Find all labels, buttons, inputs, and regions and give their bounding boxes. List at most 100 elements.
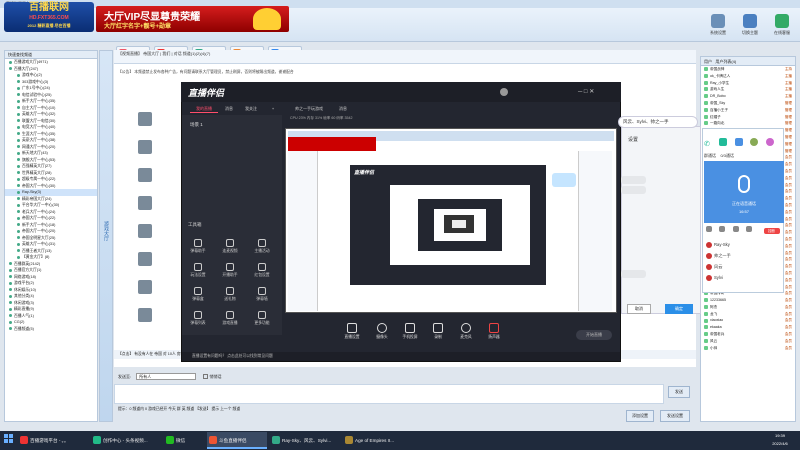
tool-icon — [194, 239, 202, 247]
tab-call-count[interactable]: 0/3通话 — [720, 153, 734, 158]
tool-item[interactable]: 连麦视频 — [218, 238, 242, 258]
channel-label: 帝国大厅一中心(20) — [22, 229, 56, 233]
window-controls[interactable]: ─ □ ✕ — [578, 88, 594, 95]
taskbar-item[interactable]: 斗鱼直播伴侣 — [207, 432, 267, 449]
user-list-item[interactable]: 帝国老兵 会员 — [701, 331, 795, 338]
user-list-item[interactable]: ok_卡牌达人 主播 — [701, 73, 795, 80]
user-list-item[interactable]: 帝国_Sky 管理 — [701, 100, 795, 107]
live-settings-button[interactable]: 直播设置 — [340, 323, 364, 345]
user-list-item[interactable]: 百播小王子 管理 — [701, 107, 795, 114]
send-target-select[interactable]: 所有人 — [136, 373, 197, 381]
share-icon[interactable] — [746, 226, 753, 232]
user-list-item[interactable]: 风云 会员 — [701, 338, 795, 345]
tool-label: 送礼物 — [224, 297, 236, 301]
chat-input[interactable] — [114, 384, 664, 404]
user-name: 帝国战神 — [710, 67, 725, 71]
phone-icon[interactable]: ✆ — [704, 140, 712, 148]
voice-timer: 16:57 — [738, 209, 749, 214]
speaker-button[interactable]: 扬声器 — [482, 323, 506, 345]
system-clock[interactable]: 19:39 2022/4/6 — [760, 432, 800, 449]
channel-search-header[interactable]: 快速查找频道 — [5, 51, 97, 59]
send-settings-button[interactable]: 发送设置 — [660, 410, 690, 422]
send-button[interactable]: 发送 — [668, 386, 690, 398]
whisper-checkbox[interactable] — [203, 374, 209, 380]
tab-user-list[interactable]: 用户列表(4) — [715, 59, 736, 64]
video-icon[interactable] — [732, 226, 739, 232]
tab-messages[interactable]: 消息 — [220, 104, 238, 113]
voice-user[interactable]: 帅之一手 — [706, 251, 782, 261]
live-help-bar[interactable]: 直播设置有问题吗？ 点击此处可以找到常见问题 — [182, 352, 620, 361]
user-list-item[interactable]: 阿杰 会员 — [701, 304, 795, 311]
preview-nested-screen — [390, 185, 530, 265]
tool-item[interactable]: 更多功能 — [250, 310, 274, 330]
game-hall-tab[interactable]: 游戏大厅 — [99, 50, 113, 422]
voice-user[interactable]: 风云 — [706, 262, 782, 272]
tool-item[interactable]: 弹幕助手 — [186, 238, 210, 258]
camera-button[interactable]: 摄像头 — [370, 323, 394, 345]
cancel-button[interactable]: 取消 — [627, 304, 651, 314]
user-list-item[interactable]: 红帽子 管理 — [701, 114, 795, 121]
scene-label[interactable]: 场景 1 — [190, 122, 203, 128]
tool-item[interactable]: 开播助手 — [218, 262, 242, 282]
taskbar-item[interactable]: 百播游戏平台 - 。。 — [18, 432, 88, 449]
tool-item[interactable]: 弹幕墙 — [250, 286, 274, 306]
tool-item[interactable]: 送礼物 — [218, 286, 242, 306]
tool-item[interactable]: 游戏直播 — [218, 310, 242, 330]
user-list-item[interactable]: 龙飞 会员 — [701, 311, 795, 318]
channel-tree-panel: 快速查找频道 百播游戏大厅(4971) 百播大厅(247) 游戏中心(2) 303游戏… — [4, 50, 98, 422]
taskbar-item[interactable]: Age of Empires II... — [343, 432, 413, 449]
online-service-button[interactable]: 在线客服 — [768, 12, 796, 40]
live-logo: 直播伴侣 — [188, 88, 225, 98]
video-icon[interactable] — [734, 138, 743, 146]
microphone-button[interactable]: 麦克风 — [454, 323, 478, 345]
tool-item[interactable]: 弹幕列表 — [186, 310, 210, 330]
user-role: 会员 — [784, 291, 792, 296]
taskbar-item[interactable]: 微信 — [164, 432, 204, 449]
tab-my-live[interactable]: 我的直播 — [190, 104, 218, 113]
avatar — [706, 241, 712, 248]
user-list-item[interactable]: 一路向北 管理 — [701, 120, 795, 127]
user-list-item[interactable]: 游戏人生 主播 — [701, 86, 795, 93]
user-list-item[interactable]: 12233665 会员 — [701, 297, 795, 304]
user-list-item[interactable]: 小帅 会员 — [701, 345, 795, 352]
start-live-button[interactable]: 开始直播 — [576, 330, 612, 340]
tab-group-call[interactable]: 群通话 — [704, 153, 716, 158]
system-settings-button[interactable]: 系统设置 — [704, 12, 732, 40]
tab-following[interactable]: 我关注 — [240, 104, 262, 113]
channel-tree-item[interactable]: 百播频道(5) — [5, 326, 97, 333]
add-tab-button[interactable]: + — [268, 104, 278, 113]
speaker-icon[interactable] — [719, 226, 726, 232]
mute-icon[interactable] — [706, 226, 712, 232]
avatar[interactable] — [500, 88, 508, 96]
vip-banner[interactable]: 大厅VIP尽显尊贵荣耀 大厅红字名字+靓号+勋章 — [96, 6, 289, 32]
tab-users[interactable]: 用户 — [704, 59, 712, 64]
channel-label: 电竞大厅一中心(40) — [22, 125, 56, 129]
more-icon[interactable] — [765, 138, 774, 146]
chat-icon[interactable] — [719, 138, 728, 146]
tool-item[interactable]: 红包设置 — [250, 262, 274, 282]
phone-cast-button[interactable]: 手机投屏 — [398, 323, 422, 345]
channel-icon — [17, 145, 20, 148]
taskbar-item[interactable]: Ray-Sky、风云、Sylvi... — [270, 432, 340, 449]
group-icon[interactable] — [750, 138, 759, 146]
tool-item[interactable]: 弹幕盒 — [186, 286, 210, 306]
user-list-item[interactable]: xiaoxiao 会员 — [701, 317, 795, 324]
user-list-item[interactable]: ekaaka 会员 — [701, 324, 795, 331]
tab-title[interactable]: 帅之一手玩游戏 — [286, 104, 332, 113]
ok-button[interactable]: 确定 — [665, 304, 693, 314]
tab-messages-2[interactable]: 消息 — [334, 104, 352, 113]
switch-theme-button[interactable]: 切换主题 — [736, 12, 764, 40]
user-list-item[interactable]: 帝国战神 主持 — [701, 66, 795, 73]
record-button[interactable]: 录制 — [426, 323, 450, 345]
add-settings-button[interactable]: 添加设置 — [626, 410, 654, 422]
hang-up-button[interactable]: 挂断 — [763, 228, 780, 234]
user-list-item[interactable]: DR_Bobo 主播 — [701, 93, 795, 100]
voice-user[interactable]: Ray-Sky — [706, 240, 782, 250]
taskbar-item[interactable]: 创作中心 - 头条视频... — [91, 432, 161, 449]
tool-item[interactable]: 主播活动 — [250, 238, 274, 258]
tool-item[interactable]: 玩法设置 — [186, 262, 210, 282]
user-list-item[interactable]: Ray_小学生 主播 — [701, 80, 795, 87]
voice-user[interactable]: Sylvi — [706, 273, 782, 283]
settings-label[interactable]: 设置 — [628, 136, 638, 143]
windows-start-icon[interactable] — [4, 434, 14, 444]
